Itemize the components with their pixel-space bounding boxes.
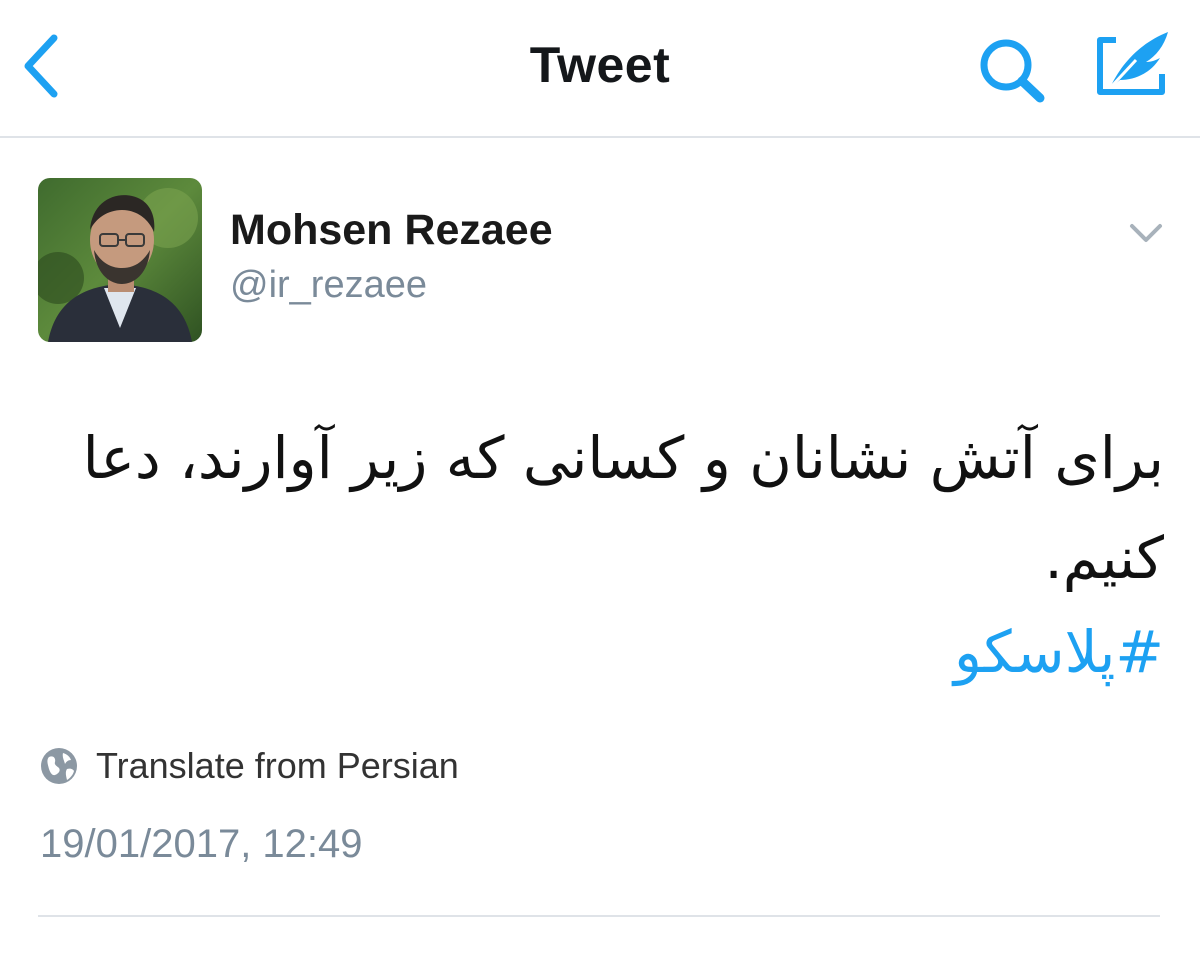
tweet-options-button[interactable]: [1124, 214, 1168, 250]
search-button[interactable]: [972, 34, 1052, 106]
nav-bar: Tweet: [0, 0, 1200, 138]
compose-tweet-icon: [1097, 32, 1168, 95]
search-icon: [980, 39, 1045, 103]
hashtag-link[interactable]: #پلاسکو: [60, 612, 1164, 692]
author-name[interactable]: Mohsen Rezaee: [230, 206, 553, 255]
tweet-timestamp: 19/01/2017, 12:49: [40, 822, 363, 866]
globe-icon: [41, 748, 77, 784]
avatar[interactable]: [38, 178, 202, 342]
tweet-text: برای آتش نشانان و کسانی که زیر آوارند، د…: [82, 424, 1164, 592]
profile-photo: [38, 178, 202, 342]
compose-tweet-button[interactable]: [1090, 26, 1174, 104]
author-handle[interactable]: @ir_rezaee: [230, 264, 427, 307]
divider: [38, 915, 1160, 917]
translate-label: Translate from Persian: [96, 745, 459, 786]
chevron-down-icon: [1130, 224, 1162, 242]
translate-button[interactable]: Translate from Persian: [40, 742, 459, 790]
